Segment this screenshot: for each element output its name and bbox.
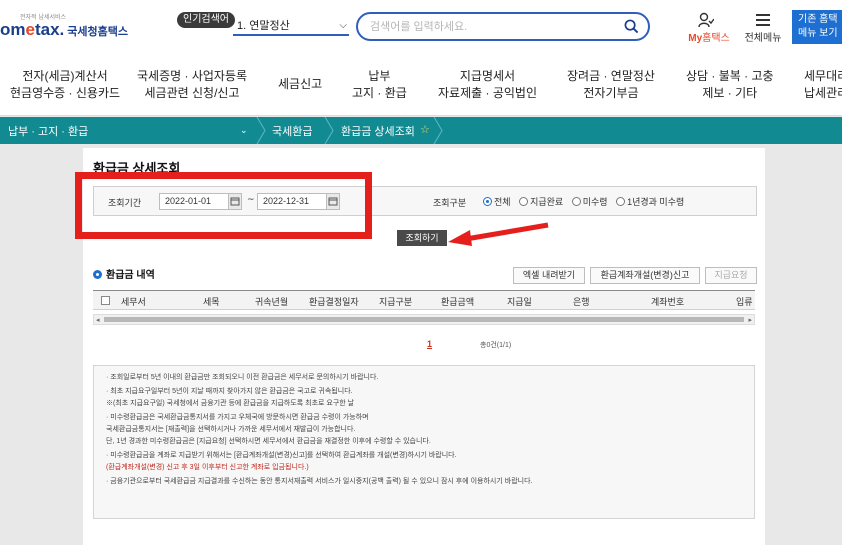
radio-all[interactable]: 전체 <box>483 197 511 207</box>
notice-line: · 미수령환급금은 국세환급금통지서를 가지고 우체국에 방문하시면 환급금 수… <box>106 414 369 421</box>
type-radio-group: 전체 지급완료 미수령 1년경과 미수령 <box>483 195 690 208</box>
section-title: 환급금 내역 <box>93 266 155 281</box>
chevron-down-icon[interactable]: ⌄ <box>240 125 248 136</box>
scrollbar-thumb[interactable] <box>104 317 744 322</box>
notice-line: 단, 1년 경과한 미수령환급금은 [지급요청] 선택하시면 세무서에서 환급금… <box>106 438 431 445</box>
hamburger-icon <box>756 14 770 26</box>
column-header[interactable]: 지급일 <box>507 295 532 308</box>
column-header[interactable]: 지급구분 <box>379 295 412 308</box>
notice-line: · 금융기관으로부터 국세환급금 지급결과를 수신하는 동안 통지서재출력 서비… <box>106 478 533 485</box>
column-header[interactable]: 귀속년월 <box>255 295 288 308</box>
gnb-item-tax-agent[interactable]: 세무대리납세관리 <box>804 68 842 102</box>
chevron-down-icon: ⌵ <box>339 20 347 31</box>
notice-line: 국세환급금통지서는 [재출력]을 선택하시거나 가까운 세무서에서 재발급이 가… <box>106 426 356 433</box>
global-nav: 전자(세금)계산서 현금영수증 · 신용카드 국세증명 · 사업자등록 세금관련 신… <box>0 56 842 116</box>
search-button[interactable]: 조회하기 <box>397 230 447 246</box>
payment-request-button[interactable]: 지급요청 <box>705 267 757 284</box>
radio-paid[interactable]: 지급완료 <box>519 197 563 207</box>
column-header[interactable]: 세목 <box>203 295 220 308</box>
bullet-icon <box>93 270 102 279</box>
gnb-item-payment-statements[interactable]: 지급명세서 자료제출 · 공익법인 <box>438 68 537 102</box>
total-count: 총0건(1/1) <box>480 342 512 349</box>
column-header[interactable]: 은행 <box>573 295 590 308</box>
user-icon <box>698 12 714 28</box>
breadcrumb-level1[interactable]: 납부 · 고지 · 환급 <box>8 123 88 139</box>
legacy-menu-button[interactable]: 기존 홈택 메뉴 보기 <box>792 10 842 44</box>
refund-account-button[interactable]: 환급계좌개설(변경)신고 <box>590 267 700 284</box>
notice-box: · 조회일로부터 5년 이내의 환급금만 조회되오니 이전 환급금은 세무서로 … <box>93 365 755 519</box>
radio-unreceived[interactable]: 미수령 <box>571 197 608 207</box>
gnb-item-certificates[interactable]: 국세증명 · 사업자등록 세금관련 신청/신고 <box>137 68 247 102</box>
notice-line: (환급계좌개설(변경) 신고 후 3일 이후부터 신고한 계좌로 입금됩니다.) <box>106 464 309 471</box>
breadcrumb-level2[interactable]: 국세환급 <box>272 123 312 139</box>
radio-unreceived-1year[interactable]: 1년경과 미수령 <box>616 197 684 207</box>
search-icon[interactable] <box>624 19 639 34</box>
notice-line: · 최초 지급요구일부터 5년이 지날 때까지 찾아가지 않은 환급금은 국고로… <box>106 388 353 395</box>
breadcrumb-separator-icon <box>433 117 443 144</box>
column-header[interactable]: 세무서 <box>121 295 146 308</box>
gnb-item-consulting[interactable]: 상담 · 불복 · 고충 제보 · 기타 <box>686 68 774 102</box>
page: 전자적 납세서비스 ometax. 국세청홈택스 인기검색어 1. 연말정산 ⌵ … <box>0 0 842 545</box>
column-header[interactable]: 입류 <box>736 295 753 308</box>
arrow-icon <box>448 222 549 246</box>
gnb-item-year-end[interactable]: 장려금 · 연말정산 전자기부금 <box>567 68 655 102</box>
column-header[interactable]: 계좌번호 <box>651 295 684 308</box>
select-all-checkbox[interactable] <box>101 296 110 305</box>
all-menu-button[interactable]: 전체메뉴 <box>738 12 788 48</box>
popular-search-select[interactable]: 1. 연말정산 ⌵ <box>233 16 349 36</box>
popular-search-badge: 인기검색어 <box>177 12 235 28</box>
top-header: 전자적 납세서비스 ometax. 국세청홈택스 인기검색어 1. 연말정산 ⌵ … <box>0 0 842 56</box>
breadcrumb-level3: 환급금 상세조회 <box>341 126 415 138</box>
horizontal-scrollbar[interactable]: ◂ ▸ <box>93 314 755 325</box>
breadcrumb-separator-icon <box>256 117 266 144</box>
type-label: 조회구분 <box>433 198 467 208</box>
notice-line: · 미수령환급금을 계좌로 지급받기 위해서는 [환급계좌개설(변경)신고]를 … <box>106 452 457 459</box>
page-number-current[interactable]: 1 <box>427 339 432 349</box>
highlight-box <box>75 172 372 239</box>
notice-line: · 조회일로부터 5년 이내의 환급금만 조회되오니 이전 환급금은 세무서로 … <box>106 374 379 381</box>
gnb-item-e-invoice[interactable]: 전자(세금)계산서 현금영수증 · 신용카드 <box>10 68 120 102</box>
star-icon[interactable]: ☆ <box>420 123 430 136</box>
hometax-logo[interactable]: ometax. 국세청홈택스 <box>0 20 128 40</box>
gnb-item-payment[interactable]: 납부 고지 · 환급 <box>352 68 407 102</box>
breadcrumb: 납부 · 고지 · 환급 ⌄ 국세환급 환급금 상세조회 ☆ <box>0 117 842 144</box>
column-header[interactable]: 환급금액 <box>441 295 474 308</box>
search-box <box>356 12 650 41</box>
refund-table-header: 세무서 세목 귀속년월 환급결정일자 지급구분 환급금액 지급일 은행 계좌번호… <box>93 290 755 310</box>
scroll-right-icon[interactable]: ▸ <box>748 315 752 325</box>
scroll-left-icon[interactable]: ◂ <box>96 315 100 325</box>
excel-download-button[interactable]: 엑셀 내려받기 <box>513 267 585 284</box>
gnb-item-tax-return[interactable]: 세금신고 <box>278 76 322 93</box>
my-hometax-button[interactable]: My홈택스 <box>684 12 732 48</box>
notice-line: ※(최초 지급요구일) 국세청에서 금융기관 등에 환급금을 지급하도록 최초로… <box>106 400 355 407</box>
breadcrumb-separator-icon <box>324 117 334 144</box>
search-input[interactable] <box>370 19 610 35</box>
column-header[interactable]: 환급결정일자 <box>309 295 359 308</box>
